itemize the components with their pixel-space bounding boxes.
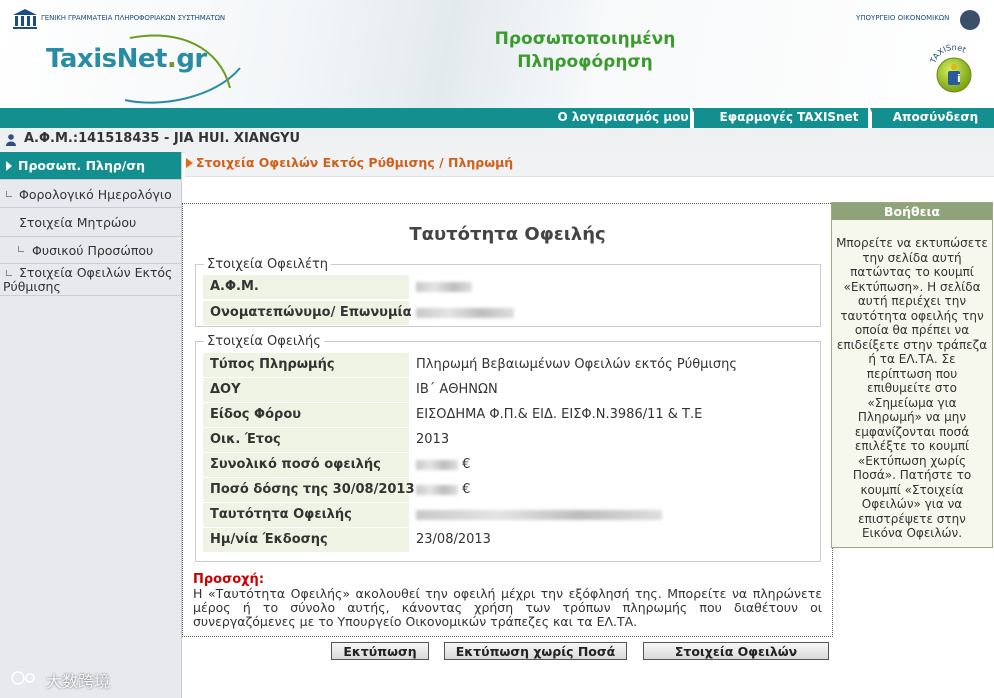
sidebar-item-tax-calendar[interactable]: Φορολογικό Ημερολόγιο (0, 181, 181, 208)
watermark-text: 大数跨境 (46, 672, 111, 691)
sidebar-item-debts-outside-settlement[interactable]: Στοιχεία Οφειλών Εκτός Ρύθμισης (0, 264, 181, 296)
tree-bullet-icon (18, 246, 24, 252)
breadcrumb-arrow-icon (186, 158, 193, 168)
redacted-value (416, 281, 472, 292)
sidebar-item-label: Στοιχεία Οφειλών Εκτός Ρύθμισης (3, 265, 173, 294)
afm-label: Α.Φ.Μ. (203, 275, 409, 299)
payment-type-value: Πληρωμή Βεβαιωμένων Οφειλών εκτός Ρύθμισ… (416, 357, 737, 372)
heading-line-2: Πληροφόρηση (517, 52, 653, 72)
debtor-details-legend: Στοιχεία Οφειλέτη (207, 257, 329, 272)
heading-line-1: Προσωποποιημένη (494, 29, 676, 49)
sidebar-item-label: Στοιχεία Μητρώου (19, 215, 137, 230)
debt-details-button[interactable]: Στοιχεία Οφειλών (643, 642, 829, 660)
breadcrumb: Στοιχεία Οφειλών Εκτός Ρύθμισης / Πληρωμ… (196, 155, 514, 170)
fiscal-year-label: Οικ. Έτος (203, 428, 409, 452)
ministry-emblem-icon (960, 10, 980, 30)
taxisnet-logo[interactable]: TaxisNet.gr (46, 44, 207, 74)
user-info-label: Α.Φ.Μ.:141518435 - JIA HUI. XIANGYU (24, 131, 301, 146)
ministry-text: ΥΠΟΥΡΓΕΙΟ ΟΙΚΟΝΟΜΙΚΩΝ (856, 14, 950, 22)
debt-id-label: Ταυτότητα Οφειλής (203, 503, 409, 527)
arrow-right-icon (6, 161, 12, 171)
name-label: Ονοματεπώνυμο/ Επωνυμία (203, 301, 412, 325)
redacted-value (416, 484, 458, 495)
sidebar-item-label: Φορολογικό Ημερολόγιο (19, 187, 172, 202)
total-amount-label: Συνολικό ποσό οφειλής (203, 453, 409, 477)
redacted-value (416, 459, 458, 470)
debt-details-legend: Στοιχεία Οφειλής (207, 334, 321, 349)
print-button[interactable]: Εκτύπωση (331, 642, 429, 660)
tax-office-value: ΙΒ΄ ΑΘΗΝΩΝ (416, 382, 498, 397)
redacted-value (416, 509, 662, 520)
sidebar-item-natural-person[interactable]: Φυσικού Προσώπου (0, 237, 181, 264)
print-without-amounts-button[interactable]: Εκτύπωση χωρίς Ποσά (444, 642, 627, 660)
tax-office-label: ΔΟΥ (203, 378, 409, 402)
currency-symbol: € (462, 457, 471, 472)
gsis-building-icon (13, 9, 37, 29)
nav-tab-my-account[interactable]: Ο λογαριασμός μου (530, 108, 708, 126)
tax-type-value: ΕΙΣΟΔΗΜΑ Φ.Π.& ΕΙΔ. ΕΙΣΦ.Ν.3986/11 & Τ.Ε (416, 407, 703, 422)
redacted-value (416, 307, 514, 318)
nav-tab-taxisnet-apps[interactable]: Εφαρμογές TAXISnet (692, 108, 878, 126)
sidebar-item-personal-info[interactable]: Προσωπ. Πληρ/ση (0, 152, 181, 180)
nav-tab-logout[interactable]: Αποσύνδεση (870, 108, 993, 126)
sidebar-item-label: Προσωπ. Πληρ/ση (18, 158, 146, 173)
gsis-text: ΓΕΝΙΚΗ ΓΡΑΜΜΑΤΕΙΑ ΠΛΗΡΟΦΟΡΙΑΚΩΝ ΣΥΣΤΗΜΑΤ… (41, 14, 225, 22)
afm-value (416, 275, 472, 299)
issue-date-label: Ημ/νία Έκδοσης (203, 528, 409, 552)
page-title: Ταυτότητα Οφειλής (409, 224, 606, 245)
sidebar-item-registry[interactable]: Στοιχεία Μητρώου (0, 208, 181, 237)
page-heading: Προσωποποιημένη Πληροφόρηση (470, 28, 700, 74)
watermark-logo-icon (11, 671, 35, 685)
sidebar-item-label: Φυσικού Προσώπου (32, 243, 154, 258)
info-badge-icon: TAXISnet i (928, 43, 972, 93)
help-text: Μπορείτε να εκτυπώσετε την σελίδα αυτή π… (836, 236, 988, 540)
payment-type-label: Τύπος Πληρωμής (203, 353, 409, 377)
tree-bullet-icon (6, 191, 12, 197)
warning-title: Προσοχή: (193, 572, 265, 587)
issue-date-value: 23/08/2013 (416, 532, 491, 547)
debt-id-value (416, 503, 662, 527)
tax-type-label: Είδος Φόρου (203, 403, 409, 427)
user-icon (6, 134, 16, 146)
warning-text: Η «Ταυτότητα Οφειλής» ακολουθεί την οφει… (193, 586, 822, 629)
name-value (416, 301, 514, 325)
fiscal-year-value: 2013 (416, 432, 450, 447)
help-title: Βοήθεια (832, 203, 992, 220)
page-header: ΓΕΝΙΚΗ ΓΡΑΜΜΑΤΕΙΑ ΠΛΗΡΟΦΟΡΙΑΚΩΝ ΣΥΣΤΗΜΑΤ… (0, 0, 994, 108)
installment-value: € (416, 478, 470, 502)
installment-label: Ποσό δόσης της 30/08/2013 (203, 478, 415, 502)
badge-i-text: i (957, 72, 961, 85)
total-amount-value: € (416, 453, 470, 477)
currency-symbol: € (462, 482, 471, 497)
